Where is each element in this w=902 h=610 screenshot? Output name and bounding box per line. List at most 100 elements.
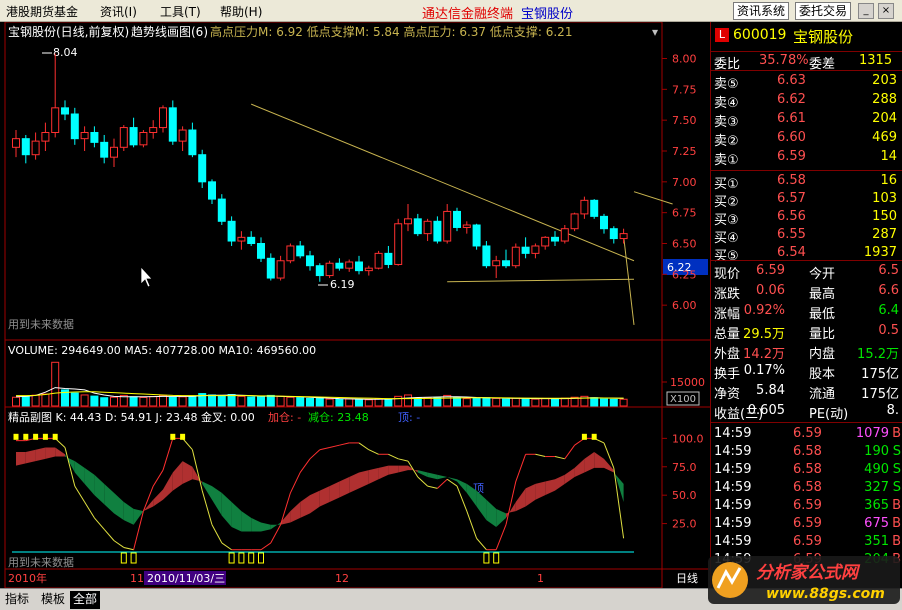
tab-all[interactable]: 全部 [70, 591, 101, 609]
tick-flag: S [892, 480, 901, 495]
ask-row[interactable]: 卖① 6.59 14 [711, 148, 902, 168]
kdj-ribbon [388, 465, 399, 475]
time-label-cursor: 2010/11/03/三 [147, 572, 225, 585]
watermark-url: www.88gs.com [766, 586, 885, 602]
ask-row[interactable]: 卖⑤ 6.63 203 [711, 72, 902, 92]
ask-row[interactable]: 卖③ 6.61 204 [711, 110, 902, 130]
ask-volume: 203 [872, 73, 897, 88]
kdj-j-segment [309, 449, 321, 460]
tick-flag: B [892, 498, 901, 513]
tick-price: 6.58 [793, 480, 822, 495]
menu-item-tools[interactable]: 工具(T) [160, 3, 201, 20]
kdj-j-segment [113, 540, 125, 548]
volume-bar [384, 398, 393, 407]
volume-bar [21, 395, 30, 407]
kdj-j-segment [466, 510, 478, 539]
volume-bar [521, 398, 530, 407]
stat-row[interactable]: 涨幅 0.92% 最低 6.4 [711, 302, 902, 322]
tick-time: 14:59 [714, 516, 752, 531]
wecha-value: 1315 [859, 53, 893, 68]
chart-canvas[interactable]: 宝钢股份(日线,前复权) 趋势线画图(6) 高点压力M: 6.92 低点支撑M:… [0, 22, 710, 588]
tab-template[interactable]: 模板 [38, 591, 68, 609]
kdj-ribbon [329, 481, 340, 502]
stat-row[interactable]: 现价 6.59 今开 6.5 [711, 262, 902, 282]
kdj-ribbon [594, 452, 604, 468]
kdj-ribbon [359, 470, 369, 489]
volume-bar [276, 395, 285, 407]
volume-bar [531, 398, 540, 407]
stat-row[interactable]: 总量 29.5万 量比 0.5 [711, 322, 902, 342]
info-system-button[interactable]: 资讯系统 [733, 2, 790, 20]
main-chart-menu-icon[interactable]: ▾ [652, 25, 658, 39]
bid-price: 6.55 [777, 227, 806, 242]
menu-item-help[interactable]: 帮助(H) [220, 3, 262, 20]
tick-price: 6.58 [793, 462, 822, 477]
tick-row[interactable]: 14:59 6.59 351 B [711, 533, 902, 551]
bid-row[interactable]: 买④ 6.55 287 [711, 226, 902, 246]
tick-row[interactable]: 14:59 6.58 490 S [711, 461, 902, 479]
close-icon[interactable]: × [878, 3, 894, 19]
stat-row[interactable]: 涨跌 0.06 最高 6.6 [711, 282, 902, 302]
kdj-ribbon [437, 474, 448, 480]
tick-row[interactable]: 14:59 6.59 1079 B [711, 425, 902, 443]
kdj-ribbon [417, 470, 428, 477]
tick-row[interactable]: 14:59 6.59 675 B [711, 515, 902, 533]
period-label[interactable]: 日线 [676, 571, 698, 585]
candle-body [482, 245, 491, 267]
stat-row[interactable]: 换手 0.17% 股本 175亿 [711, 362, 902, 382]
candle-body [61, 107, 69, 115]
menu-item-info[interactable]: 资讯(I) [100, 3, 137, 20]
kdj-ribbon [555, 474, 565, 491]
stock-name: 宝钢股份 [793, 28, 854, 46]
candle-body [306, 255, 314, 267]
minimize-icon[interactable]: _ [858, 3, 874, 19]
candle-body [90, 132, 99, 143]
kdj-j-segment [388, 453, 399, 460]
chart-area[interactable]: 宝钢股份(日线,前复权) 趋势线画图(6) 高点压力M: 6.92 低点支撑M:… [0, 22, 710, 588]
tick-time: 14:59 [714, 462, 752, 477]
watermark-title: 分析家公式网 [756, 563, 861, 583]
kdj-top-marker [23, 433, 29, 440]
ask-price: 6.59 [777, 149, 806, 164]
main-chart-name: 宝钢股份(日线,前复权) [8, 24, 129, 39]
tick-row[interactable]: 14:59 6.58 190 S [711, 443, 902, 461]
volume-bar [335, 398, 344, 407]
tab-indicator[interactable]: 指标 [2, 591, 32, 609]
stat-label: 换手 [714, 367, 741, 382]
tick-row[interactable]: 14:59 6.58 327 S [711, 479, 902, 497]
candle-body [609, 228, 618, 240]
volume-bar [31, 394, 40, 407]
kdj-j-segment [299, 458, 311, 473]
bid-row[interactable]: 买③ 6.56 150 [711, 208, 902, 228]
kdj-ribbon [280, 511, 291, 525]
tick-row[interactable]: 14:59 6.59 365 B [711, 497, 902, 515]
ask-row[interactable]: 卖② 6.60 469 [711, 129, 902, 149]
trade-button[interactable]: 委托交易 [795, 2, 852, 20]
candle-body [580, 199, 589, 215]
candle-body [237, 236, 246, 242]
volume-bar [325, 398, 334, 407]
trend-line [447, 278, 635, 283]
stat-row[interactable]: 外盘 14.2万 内盘 15.2万 [711, 342, 902, 362]
stat-row[interactable]: 净资 5.84 流通 175亿 [711, 382, 902, 402]
kdj-j-segment [515, 454, 527, 482]
kdj-j-segment [319, 446, 330, 451]
ask-row[interactable]: 卖④ 6.62 288 [711, 91, 902, 111]
stat-label-2: 最高 [809, 287, 836, 302]
kdj-ribbon [221, 492, 232, 527]
kdj-ribbon [153, 489, 163, 507]
kdj-j-segment [554, 456, 565, 460]
kdj-ribbon [310, 490, 320, 514]
stat-value-2: 15.2万 [857, 347, 899, 362]
tick-volume: 351 [864, 534, 889, 549]
kdj-ribbon [476, 490, 487, 521]
bid-row[interactable]: 买② 6.57 103 [711, 190, 902, 210]
kdj-j-segment [437, 478, 448, 489]
kdj-j-segment [152, 469, 164, 487]
bid-row[interactable]: 买① 6.58 16 [711, 172, 902, 192]
stat-row[interactable]: 收益(三) 0.605 PE(动) 8. [711, 402, 902, 422]
quote-title: L 600019 宝钢股份 [711, 26, 902, 48]
candle-body [149, 127, 158, 133]
volume-bar [12, 396, 20, 407]
menu-item-hk-futures[interactable]: 港股期货基金 [6, 3, 78, 20]
